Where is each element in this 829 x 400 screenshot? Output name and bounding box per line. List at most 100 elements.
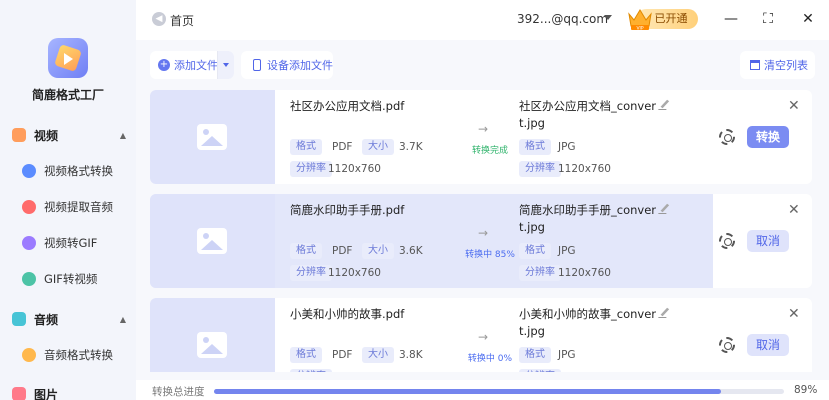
resolution-tag: 分辨率 bbox=[290, 161, 332, 177]
source-file-name: 简鹿水印助手手册.pdf bbox=[290, 203, 405, 217]
source-resolution: 1120x760 bbox=[328, 267, 381, 279]
sidebar-item-label: 视频格式转换 bbox=[44, 164, 113, 178]
total-progress-bar: 转换总进度 89% bbox=[136, 380, 829, 400]
output-resolution[interactable]: 1120x760 bbox=[558, 371, 611, 372]
file-card: 简鹿水印助手手册.pdf 格式 PDF 大小 3.6K 分辨率 1120x760… bbox=[150, 194, 812, 288]
progress-track bbox=[214, 389, 784, 394]
cancel-button[interactable]: 取消 bbox=[747, 334, 789, 356]
conversion-status: 转换中 85% bbox=[465, 250, 515, 260]
category-video[interactable]: 视频 ▲ bbox=[12, 125, 126, 145]
maximize-button[interactable]: ⛶ bbox=[759, 10, 777, 28]
sidebar-item-extract-audio[interactable]: 视频提取音频 bbox=[22, 197, 132, 217]
sidebar-item-audio-convert[interactable]: 音频格式转换 bbox=[22, 345, 132, 365]
format-tag: 格式 bbox=[519, 243, 551, 259]
format-tag: 格式 bbox=[290, 139, 322, 155]
add-file-button[interactable]: + 添加文件 bbox=[150, 51, 234, 79]
source-resolution: 1120x760 bbox=[328, 371, 381, 372]
chevron-down-icon[interactable] bbox=[604, 15, 612, 20]
total-progress-label: 转换总进度 bbox=[152, 386, 205, 398]
file-thumbnail bbox=[150, 194, 275, 288]
sidebar: 简鹿格式工厂 视频 ▲ 视频格式转换 视频提取音频 视频转GIF GIF转视频 … bbox=[0, 0, 136, 400]
clear-list-label: 清空列表 bbox=[764, 59, 808, 72]
add-file-label: 添加文件 bbox=[174, 59, 218, 72]
conversion-status: 转换中 0% bbox=[467, 354, 513, 364]
sidebar-item-label: 视频提取音频 bbox=[44, 200, 113, 214]
source-file-name: 小美和小帅的故事.pdf bbox=[290, 307, 405, 321]
source-resolution: 1120x760 bbox=[328, 163, 381, 175]
audio-convert-icon bbox=[22, 348, 36, 362]
resolution-tag: 分辨率 bbox=[290, 369, 332, 372]
device-add-label: 设备添加文件 bbox=[267, 59, 333, 72]
audio-icon bbox=[12, 312, 26, 326]
chevron-up-icon: ▲ bbox=[119, 314, 126, 324]
sidebar-item-video-convert[interactable]: 视频格式转换 bbox=[22, 161, 132, 181]
home-breadcrumb[interactable]: 首页 bbox=[170, 12, 194, 29]
file-card: 小美和小帅的故事.pdf 格式 PDF 大小 3.8K 分辨率 1120x760… bbox=[150, 298, 812, 372]
resolution-tag: 分辨率 bbox=[519, 265, 561, 281]
format-tag: 格式 bbox=[519, 347, 551, 363]
format-tag: 格式 bbox=[290, 347, 322, 363]
output-format[interactable]: JPG bbox=[558, 141, 576, 153]
edit-icon[interactable] bbox=[658, 308, 670, 318]
add-file-dropdown[interactable] bbox=[217, 51, 234, 79]
source-size: 3.6K bbox=[399, 245, 423, 257]
app-title: 简鹿格式工厂 bbox=[31, 88, 104, 102]
video-convert-icon bbox=[22, 164, 36, 178]
source-format: PDF bbox=[332, 245, 353, 257]
account-email[interactable]: 392...@qq.com bbox=[517, 12, 608, 26]
sidebar-item-video-to-gif[interactable]: 视频转GIF bbox=[22, 233, 132, 253]
category-label: 图片 bbox=[34, 387, 59, 400]
arrow-right-icon: → bbox=[478, 122, 489, 136]
cancel-button[interactable]: 取消 bbox=[747, 230, 789, 252]
extract-audio-icon bbox=[22, 200, 36, 214]
output-resolution[interactable]: 1120x760 bbox=[558, 267, 611, 279]
sidebar-item-label: 视频转GIF bbox=[44, 236, 98, 250]
device-add-file-button[interactable]: 设备添加文件 bbox=[241, 51, 333, 79]
settings-gear-icon[interactable] bbox=[719, 233, 735, 249]
minimize-button[interactable]: — bbox=[722, 10, 740, 28]
file-thumbnail bbox=[150, 90, 275, 184]
output-format[interactable]: JPG bbox=[558, 349, 576, 361]
title-bar: ◀ 首页 392...@qq.com 已开通 VIP — ⛶ ✕ bbox=[136, 0, 829, 40]
output-resolution[interactable]: 1120x760 bbox=[558, 163, 611, 175]
plus-icon: + bbox=[158, 59, 170, 71]
output-file-name: 简鹿水印助手手册_convert.jpg bbox=[519, 203, 657, 234]
source-size: 3.7K bbox=[399, 141, 423, 153]
remove-file-icon[interactable]: ✕ bbox=[788, 202, 800, 218]
phone-icon bbox=[253, 59, 261, 71]
source-format: PDF bbox=[332, 349, 353, 361]
crown-icon: VIP bbox=[628, 9, 652, 31]
category-image[interactable]: 图片 bbox=[12, 384, 126, 400]
settings-gear-icon[interactable] bbox=[719, 129, 735, 145]
edit-icon[interactable] bbox=[658, 100, 670, 110]
sidebar-item-label: GIF转视频 bbox=[44, 272, 98, 286]
total-progress-percent: 89% bbox=[794, 384, 818, 396]
output-format[interactable]: JPG bbox=[558, 245, 576, 257]
video-icon bbox=[12, 128, 26, 142]
conversion-status: 转换完成 bbox=[471, 146, 508, 156]
size-tag: 大小 bbox=[362, 347, 394, 363]
settings-gear-icon[interactable] bbox=[719, 337, 735, 353]
remove-file-icon[interactable]: ✕ bbox=[788, 306, 800, 322]
back-icon[interactable]: ◀ bbox=[152, 12, 166, 26]
resolution-tag: 分辨率 bbox=[519, 161, 561, 177]
category-label: 音频 bbox=[34, 312, 59, 327]
image-placeholder-icon bbox=[197, 124, 227, 150]
resolution-tag: 分辨率 bbox=[290, 265, 332, 281]
format-tag: 格式 bbox=[290, 243, 322, 259]
format-tag: 格式 bbox=[519, 139, 551, 155]
image-icon bbox=[12, 387, 26, 400]
file-thumbnail bbox=[150, 298, 275, 372]
file-card: 社区办公应用文档.pdf 格式 PDF 大小 3.7K 分辨率 1120x760… bbox=[150, 90, 812, 184]
remove-file-icon[interactable]: ✕ bbox=[788, 98, 800, 114]
category-audio[interactable]: 音频 ▲ bbox=[12, 309, 126, 329]
sidebar-item-gif-to-video[interactable]: GIF转视频 bbox=[22, 269, 132, 289]
clear-list-button[interactable]: 清空列表 bbox=[740, 51, 815, 79]
size-tag: 大小 bbox=[362, 243, 394, 259]
image-placeholder-icon bbox=[197, 332, 227, 358]
progress-fill bbox=[214, 389, 722, 394]
close-window-button[interactable]: ✕ bbox=[799, 10, 817, 28]
output-file-name: 社区办公应用文档_convert.jpg bbox=[519, 99, 657, 130]
convert-button[interactable]: 转换 bbox=[747, 126, 789, 148]
source-file-name: 社区办公应用文档.pdf bbox=[290, 99, 405, 113]
